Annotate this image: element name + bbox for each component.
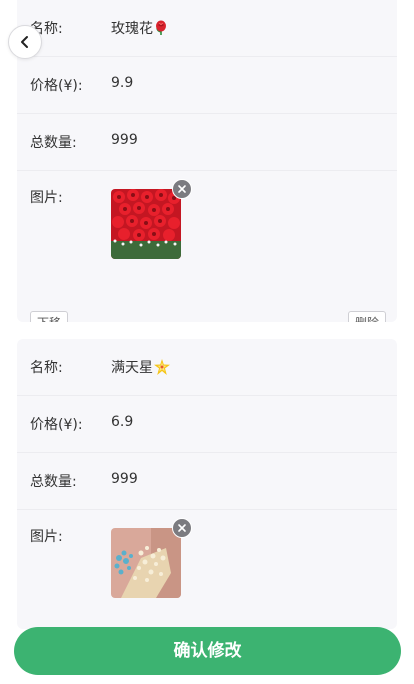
quantity-row: 总数量: 999: [17, 114, 397, 171]
babys-breath-bouquet-image[interactable]: [111, 528, 181, 598]
image-row: 图片:: [17, 510, 397, 629]
close-icon: [178, 185, 186, 193]
remove-image-button[interactable]: [172, 518, 192, 538]
name-row: 名称: 玫瑰花: [17, 0, 397, 57]
name-label: 名称:: [30, 360, 63, 376]
back-button[interactable]: [8, 25, 42, 59]
price-value[interactable]: 9.9: [111, 75, 133, 91]
move-down-button[interactable]: 下移: [30, 311, 69, 322]
image-label: 图片:: [30, 529, 63, 545]
price-row: 价格(¥): 6.9: [17, 396, 397, 453]
product-card: 名称: 满天星 价格(¥): 6.9 总数量: 999 图片:: [17, 339, 397, 629]
sparkle-star-icon: [154, 359, 170, 379]
price-row: 价格(¥): 9.9: [17, 57, 397, 114]
image-label: 图片:: [30, 190, 63, 206]
remove-image-button[interactable]: [172, 179, 192, 199]
quantity-value[interactable]: 999: [111, 132, 138, 148]
image-row: 图片:: [17, 171, 397, 311]
product-card: 名称: 玫瑰花 价格(¥): 9.9 总数量: 999 图片:: [17, 0, 397, 322]
price-value[interactable]: 6.9: [111, 414, 133, 430]
name-value[interactable]: 满天星: [111, 357, 170, 379]
chevron-left-icon: [21, 36, 28, 48]
price-label: 价格(¥):: [30, 417, 83, 433]
red-roses-bouquet-image[interactable]: [111, 189, 181, 259]
name-value[interactable]: 玫瑰花: [111, 18, 168, 40]
name-text: 满天星: [111, 360, 153, 376]
name-row: 名称: 满天星: [17, 339, 397, 396]
card-actions: 下移 删除: [17, 311, 397, 322]
quantity-label: 总数量:: [30, 135, 77, 151]
confirm-edit-button[interactable]: 确认修改: [14, 627, 401, 675]
rose-icon: [154, 20, 168, 40]
delete-button[interactable]: 删除: [347, 311, 386, 322]
price-label: 价格(¥):: [30, 78, 83, 94]
quantity-value[interactable]: 999: [111, 471, 138, 487]
close-icon: [178, 524, 186, 532]
quantity-label: 总数量:: [30, 474, 77, 490]
name-text: 玫瑰花: [111, 21, 153, 37]
quantity-row: 总数量: 999: [17, 453, 397, 510]
